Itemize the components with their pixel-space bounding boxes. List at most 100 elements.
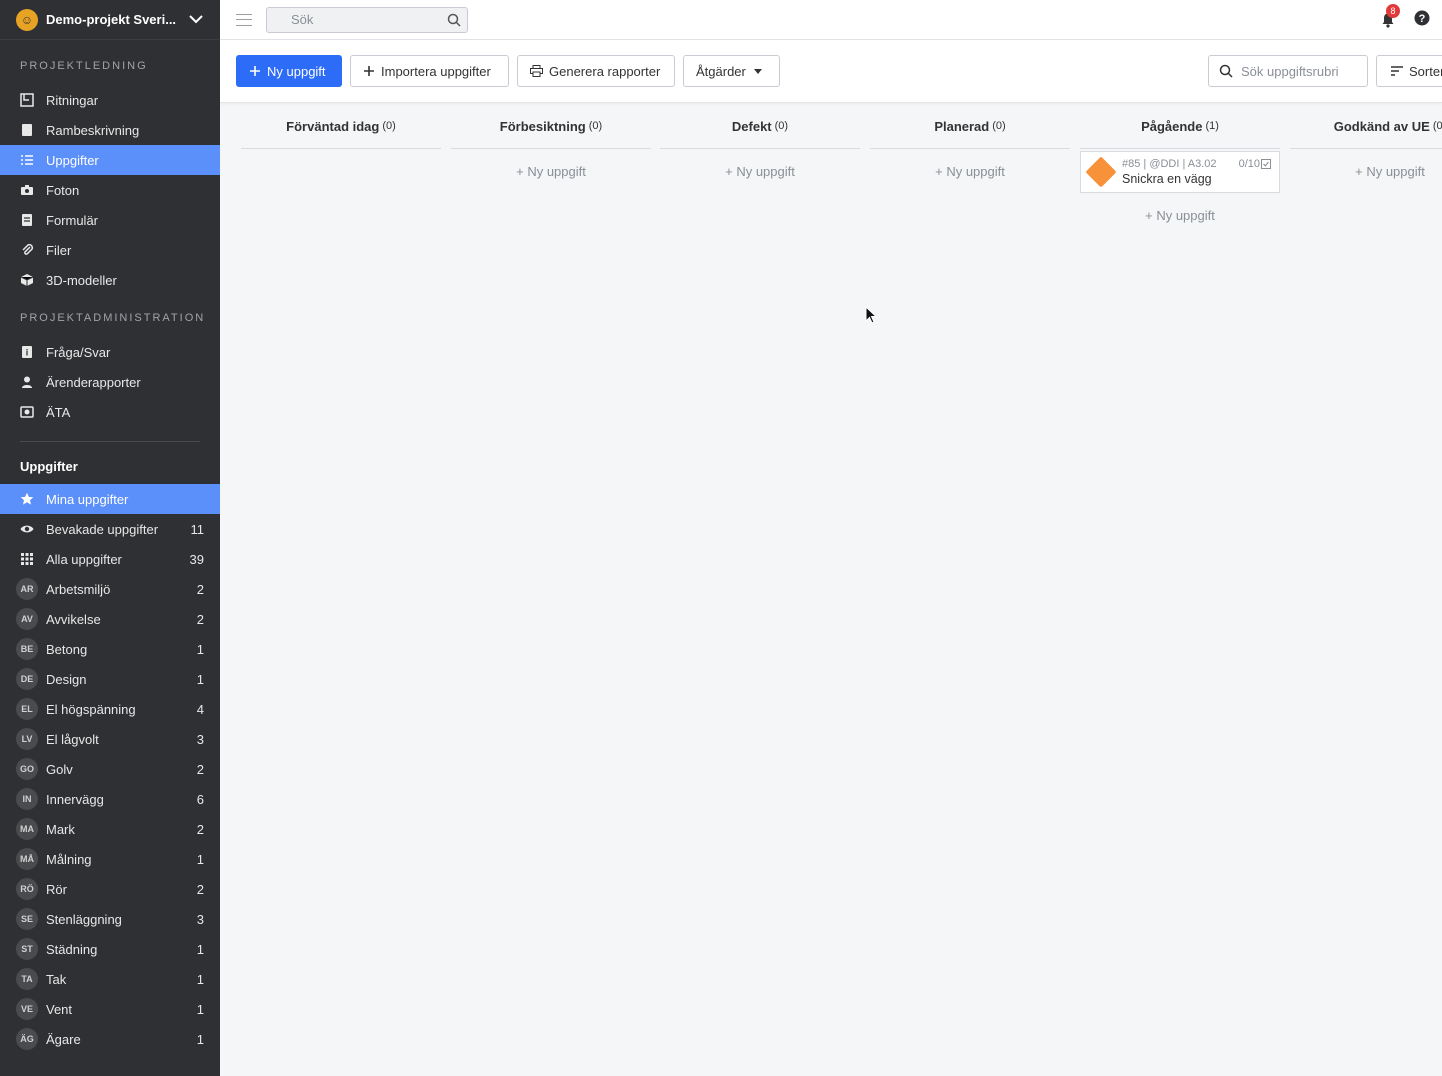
column-count: (0) [1432,120,1442,132]
search-icon [447,13,461,30]
sidebar-category-innervagg[interactable]: IN Innervägg 6 [0,784,220,814]
sidebar-item-label: Rambeskrivning [46,122,140,138]
sidebar-item-bevakade-uppgifter[interactable]: Bevakade uppgifter 11 [0,514,220,544]
task-status-marker-icon [1085,156,1117,188]
sidebar-item-ritningar[interactable]: Ritningar [0,85,220,115]
category-avatar: GO [16,758,38,780]
add-task-link[interactable]: + Ny uppgift [1080,193,1280,237]
sidebar-item-ata[interactable]: ÄTA [0,397,220,427]
category-count: 2 [196,761,204,777]
category-label: Arbetsmiljö [46,581,111,597]
sidebar-item-count: 39 [189,551,204,567]
chevron-down-icon[interactable] [188,12,204,28]
category-label: Målning [46,851,92,867]
column-title: Planerad [934,118,990,134]
sidebar-category-betong[interactable]: BE Betong 1 [0,634,220,664]
mouse-cursor-icon [865,305,878,324]
sidebar-category-mark[interactable]: MA Mark 2 [0,814,220,844]
drawing-icon [20,93,34,107]
category-label: Mark [46,821,75,837]
category-avatar: LV [16,728,38,750]
category-count: 2 [196,581,204,597]
add-task-link[interactable]: + Ny uppgift [660,149,860,193]
category-label: Avvikelse [46,611,101,627]
sidebar-category-tak[interactable]: TA Tak 1 [0,964,220,994]
search-icon [1219,64,1233,81]
category-count: 1 [196,851,204,867]
sidebar-item-fraga-svar[interactable]: i Fråga/Svar [0,337,220,367]
column-header: Pågående (1) [1080,104,1280,149]
sidebar-item-formular[interactable]: Formulär [0,205,220,235]
sidebar-category-design[interactable]: DE Design 1 [0,664,220,694]
camera-icon [20,183,34,197]
category-label: Betong [46,641,88,657]
sidebar-category-avvikelse[interactable]: AV Avvikelse 2 [0,604,220,634]
category-count: 1 [196,1001,204,1017]
task-search-input[interactable]: Sök uppgiftsrubri [1208,55,1368,87]
sidebar-item-label: 3D-modeller [46,272,117,288]
sidebar-category-stadning[interactable]: ST Städning 1 [0,934,220,964]
global-search-input[interactable]: Sök [266,6,468,33]
sidebar-category-golv[interactable]: GO Golv 2 [0,754,220,784]
project-switcher[interactable]: ☺ Demo-projekt Sveri... [0,0,220,40]
sidebar-item-label: Filer [46,242,72,258]
notification-count-badge: 8 [1386,3,1400,18]
menu-icon[interactable] [236,13,252,26]
sidebar-item-rambeskrivning[interactable]: Rambeskrivning [0,115,220,145]
sidebar-item-label: Formulär [46,212,99,228]
category-avatar: AV [16,608,38,630]
form-icon [20,213,34,227]
sidebar-item-label: Ärenderapporter [46,374,141,390]
sidebar-category-el-hogspanning[interactable]: EL El högspänning 4 [0,694,220,724]
category-label: Vent [46,1001,73,1017]
sidebar-category-ror[interactable]: RÖ Rör 2 [0,874,220,904]
sidebar-item-filer[interactable]: Filer [0,235,220,265]
sidebar-item-arenderapporter[interactable]: Ärenderapporter [0,367,220,397]
grid-icon [20,552,34,566]
category-count: 1 [196,641,204,657]
sidebar-category-el-lagvolt[interactable]: LV El lågvolt 3 [0,724,220,754]
sort-label: Sorter [1409,63,1442,79]
sidebar-category-agare[interactable]: ÄG Ägare 1 [0,1024,220,1054]
sidebar-item-foton[interactable]: Foton [0,175,220,205]
generate-reports-label: Generera rapporter [549,63,661,79]
category-label: Golv [46,761,73,777]
toolbar: Ny uppgift Importera uppgifter Generera … [220,40,1442,103]
notifications-button[interactable]: 8 [1380,3,1400,28]
printer-icon [530,65,543,77]
sidebar-item-alla-uppgifter[interactable]: Alla uppgifter 39 [0,544,220,574]
category-count: 1 [196,671,204,687]
category-count: 3 [196,911,204,927]
ata-icon [20,405,34,419]
sidebar-category-malning[interactable]: MÅ Målning 1 [0,844,220,874]
generate-reports-button[interactable]: Generera rapporter [517,55,675,87]
new-task-button[interactable]: Ny uppgift [236,55,342,87]
sidebar-item-3d-modeller[interactable]: 3D-modeller [0,265,220,295]
plus-icon [249,65,261,77]
help-icon[interactable]: ? [1414,10,1430,29]
import-tasks-button[interactable]: Importera uppgifter [350,55,509,87]
category-count: 2 [196,821,204,837]
sidebar-item-label: Bevakade uppgifter [46,521,159,537]
column-header: Förbesiktning (0) [451,104,651,149]
task-card[interactable]: #85 | @DDI | A3.02 Snickra en vägg 0/10 [1080,151,1280,193]
add-task-link[interactable]: + Ny uppgift [870,149,1070,193]
column-planerad: Planerad (0) + Ny uppgift [870,104,1070,193]
sidebar-category-arbetsmiljo[interactable]: AR Arbetsmiljö 2 [0,574,220,604]
sidebar-item-uppgifter[interactable]: Uppgifter [0,145,220,175]
category-label: Design [46,671,87,687]
column-count: (0) [992,120,1006,132]
category-avatar: RÖ [16,878,38,900]
column-title: Pågående [1141,118,1203,134]
sidebar-item-mina-uppgifter[interactable]: Mina uppgifter [0,484,220,514]
sidebar-item-label: Uppgifter [46,152,99,168]
column-title: Förväntad idag [286,118,380,134]
category-avatar: ÄG [16,1028,38,1050]
sort-button[interactable]: Sorter [1376,55,1442,87]
column-header: Planerad (0) [870,104,1070,149]
actions-dropdown[interactable]: Åtgärder [683,55,780,87]
add-task-link[interactable]: + Ny uppgift [1290,149,1442,193]
add-task-link[interactable]: + Ny uppgift [451,149,651,193]
sidebar-category-vent[interactable]: VE Vent 1 [0,994,220,1024]
sidebar-category-stenlaggning[interactable]: SE Stenläggning 3 [0,904,220,934]
